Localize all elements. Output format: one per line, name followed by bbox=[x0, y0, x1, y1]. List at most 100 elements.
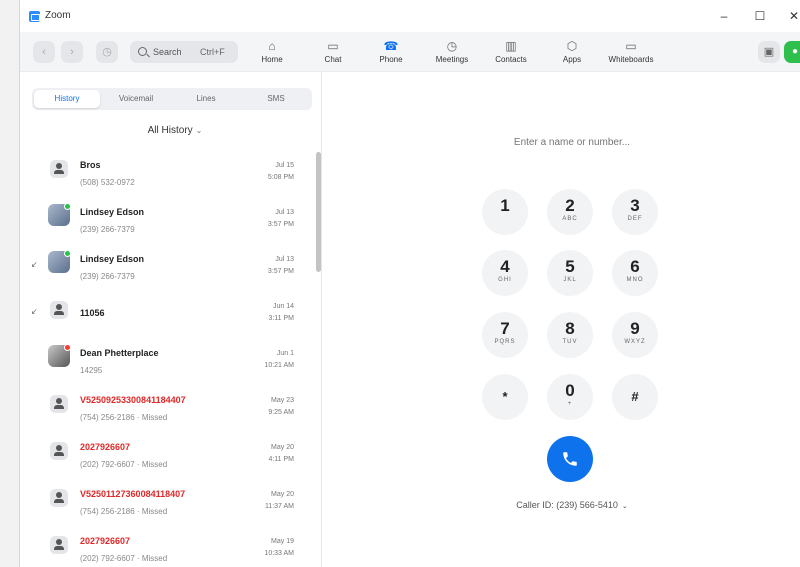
call-date: Jun 1 bbox=[276, 350, 294, 357]
maximize-button[interactable]: ☐ bbox=[748, 6, 772, 26]
clock-icon: ◷ bbox=[446, 39, 458, 53]
chevron-down-icon: ⌄ bbox=[621, 503, 628, 510]
search-shortcut: Ctrl+F bbox=[200, 47, 225, 57]
subtab-sms[interactable]: SMS bbox=[243, 90, 309, 108]
tab-phone[interactable]: ☎ Phone bbox=[363, 36, 419, 70]
call-name: 2027926607 bbox=[80, 442, 131, 452]
key-letters: TUV bbox=[562, 339, 578, 345]
dialpad-panel: 1 2ABC 3DEF 4GHI 5JKL 6MNO 7PQRS 8TUV 9W… bbox=[322, 72, 800, 567]
dial-key-3[interactable]: 3 DEF bbox=[612, 189, 658, 235]
call-name: Dean Phetterplace bbox=[80, 348, 159, 358]
call-row[interactable]: V52501127360084118407 (754) 256-2186 · M… bbox=[20, 481, 316, 527]
contacts-icon: ▥ bbox=[505, 39, 517, 53]
dial-key-2[interactable]: 2 ABC bbox=[547, 189, 593, 235]
back-button[interactable]: ‹ bbox=[33, 41, 55, 63]
dial-key-7[interactable]: 7 PQRS bbox=[482, 312, 528, 358]
call-name: Lindsey Edson bbox=[80, 254, 145, 264]
key-digit: 2 bbox=[565, 196, 575, 215]
tab-label: Contacts bbox=[495, 55, 527, 64]
call-number: (754) 256-2186 · Missed bbox=[80, 507, 168, 516]
tab-chat[interactable]: ▭ Chat bbox=[305, 36, 361, 70]
key-letters: + bbox=[567, 401, 573, 407]
phone-icon: ☎ bbox=[383, 39, 399, 53]
dial-key-hash[interactable]: # bbox=[612, 374, 658, 420]
call-time: 4:11 PM bbox=[268, 456, 294, 463]
main-toolbar: ‹ › ◷ Search Ctrl+F ⌂ Home ▭ Chat ☎ Phon… bbox=[20, 32, 800, 72]
dial-key-1[interactable]: 1 bbox=[482, 189, 528, 235]
key-digit: 9 bbox=[630, 319, 640, 338]
call-name: V52501127360084118407 bbox=[80, 489, 186, 499]
call-number: (754) 256-2186 · Missed bbox=[80, 413, 168, 422]
key-letters: GHI bbox=[498, 277, 512, 283]
tab-home[interactable]: ⌂ Home bbox=[244, 36, 300, 70]
tab-label: Whiteboards bbox=[608, 55, 654, 64]
default-avatar-icon bbox=[50, 536, 68, 554]
dial-number-input[interactable] bbox=[447, 137, 697, 148]
history-scrollbar[interactable] bbox=[316, 152, 321, 272]
caller-id-label: Caller ID: (239) 566-5410 bbox=[516, 500, 618, 510]
incoming-call-icon: ↙ bbox=[31, 260, 38, 269]
history-filter-dropdown[interactable]: All History ⌄ bbox=[20, 125, 330, 136]
tab-label: Meetings bbox=[435, 55, 469, 64]
tab-contacts[interactable]: ▥ Contacts bbox=[483, 36, 539, 70]
search-label: Search bbox=[153, 47, 182, 57]
dial-key-0[interactable]: 0 + bbox=[547, 374, 593, 420]
presence-online-icon bbox=[64, 203, 71, 210]
subtab-history[interactable]: History bbox=[34, 90, 100, 108]
call-row[interactable]: 2027926607 (202) 792-6607 · Missed May 2… bbox=[20, 434, 316, 480]
tab-label: Apps bbox=[562, 55, 582, 64]
forward-button[interactable]: › bbox=[61, 41, 83, 63]
desktop-edge bbox=[0, 0, 19, 567]
dial-key-8[interactable]: 8 TUV bbox=[547, 312, 593, 358]
call-row[interactable]: V52509253300841184407 (754) 256-2186 · M… bbox=[20, 387, 316, 433]
dial-key-star[interactable]: * bbox=[482, 374, 528, 420]
tab-label: Home bbox=[261, 55, 283, 64]
tab-label: Phone bbox=[379, 55, 403, 64]
default-avatar-icon bbox=[50, 160, 68, 178]
key-letters: JKL bbox=[563, 277, 577, 283]
title-bar: Zoom – ☐ ✕ bbox=[20, 0, 800, 32]
search-box[interactable]: Search Ctrl+F bbox=[130, 41, 238, 63]
call-number: (239) 266-7379 bbox=[80, 272, 135, 281]
key-digit: * bbox=[502, 389, 508, 404]
default-avatar-icon bbox=[50, 395, 68, 413]
call-date: Jul 13 bbox=[275, 256, 294, 263]
dial-key-6[interactable]: 6 MNO bbox=[612, 250, 658, 296]
history-clock-button[interactable]: ◷ bbox=[96, 41, 118, 63]
lock-icon[interactable]: ▣ bbox=[758, 41, 780, 63]
dial-key-9[interactable]: 9 WXYZ bbox=[612, 312, 658, 358]
caller-id-selector[interactable]: Caller ID: (239) 566-5410 ⌄ bbox=[447, 500, 697, 510]
zoom-window: Zoom – ☐ ✕ ‹ › ◷ Search Ctrl+F ⌂ Home ▭ … bbox=[19, 0, 800, 567]
dial-key-5[interactable]: 5 JKL bbox=[547, 250, 593, 296]
call-name: Lindsey Edson bbox=[80, 207, 145, 217]
call-button[interactable] bbox=[547, 436, 593, 482]
call-row[interactable]: Bros (508) 532-0972 Jul 15 5:08 PM bbox=[20, 152, 316, 198]
call-date: Jun 14 bbox=[272, 303, 294, 310]
call-row[interactable]: Lindsey Edson (239) 266-7379 Jul 13 3:57… bbox=[20, 199, 316, 245]
minimize-button[interactable]: – bbox=[712, 6, 736, 26]
profile-avatar[interactable]: ● bbox=[784, 41, 800, 63]
call-date: May 23 bbox=[271, 397, 294, 404]
call-row[interactable]: 2027926607 (202) 792-6607 · Missed May 1… bbox=[20, 528, 316, 567]
call-date: May 19 bbox=[271, 538, 294, 545]
apps-icon: ⬡ bbox=[566, 39, 578, 53]
call-row[interactable]: ↙ 11056 Jun 14 3:11 PM bbox=[20, 293, 316, 339]
call-name: Bros bbox=[80, 160, 101, 170]
search-icon bbox=[138, 47, 147, 56]
call-name: 11056 bbox=[80, 308, 105, 318]
close-button[interactable]: ✕ bbox=[782, 6, 800, 26]
tab-meetings[interactable]: ◷ Meetings bbox=[424, 36, 480, 70]
tab-apps[interactable]: ⬡ Apps bbox=[544, 36, 600, 70]
call-time: 10:21 AM bbox=[264, 362, 294, 369]
whiteboard-icon: ▭ bbox=[625, 39, 637, 53]
call-date: Jul 13 bbox=[275, 209, 294, 216]
call-number: (508) 532-0972 bbox=[80, 178, 135, 187]
dial-key-4[interactable]: 4 GHI bbox=[482, 250, 528, 296]
call-number: 14295 bbox=[80, 366, 103, 375]
subtab-voicemail[interactable]: Voicemail bbox=[103, 90, 169, 108]
presence-busy-icon bbox=[64, 344, 71, 351]
subtab-lines[interactable]: Lines bbox=[173, 90, 239, 108]
call-row[interactable]: Dean Phetterplace 14295 Jun 1 10:21 AM bbox=[20, 340, 316, 386]
tab-whiteboards[interactable]: ▭ Whiteboards bbox=[603, 36, 659, 70]
call-row[interactable]: ↙ Lindsey Edson (239) 266-7379 Jul 13 3:… bbox=[20, 246, 316, 292]
